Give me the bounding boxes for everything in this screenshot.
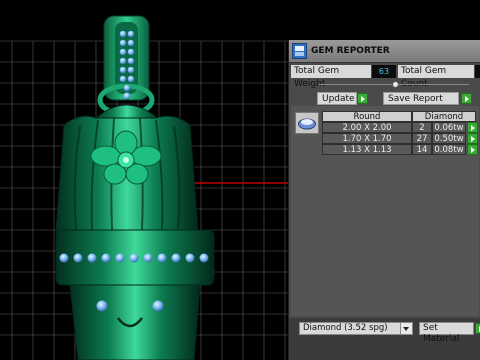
table-row-size: 1.13 X 1.13	[322, 144, 412, 155]
save-report-arrow-icon[interactable]	[461, 93, 472, 104]
table-row-count: 14	[412, 144, 432, 155]
panel-slider[interactable]	[319, 80, 469, 90]
panel-title: GEM REPORTER	[311, 46, 390, 56]
total-count-label: Total Gem Count	[398, 65, 474, 89]
table-row-weight: 0.08tw	[432, 144, 466, 155]
material-select-value: Diamond (3.52 spg)	[303, 323, 388, 333]
total-count-value	[475, 65, 480, 78]
col-header-material: Diamond	[412, 111, 476, 122]
total-weight-value: 63	[372, 65, 396, 78]
gem-reporter-panel: GEM REPORTER Total Gem Weight 63 Total G…	[288, 40, 480, 360]
table-row-count: 27	[412, 133, 432, 144]
table-row-count: 2	[412, 122, 432, 133]
round-diamond-icon	[298, 118, 316, 130]
row-select-arrow-icon[interactable]	[467, 122, 478, 133]
update-button[interactable]: Update	[317, 92, 357, 105]
totals-row: Total Gem Weight 63 Total Gem Count	[291, 65, 480, 89]
table-row-size: 2.00 X 2.00	[322, 122, 412, 133]
row-select-arrow-icon[interactable]	[467, 133, 478, 144]
slider-knob[interactable]	[392, 81, 399, 88]
gem-reporter-logo-icon	[292, 43, 307, 59]
panel-title-bar[interactable]: GEM REPORTER	[289, 40, 480, 63]
table-row-size: 1.70 X 1.70	[322, 133, 412, 144]
3d-viewport[interactable]	[0, 0, 288, 360]
table-row-weight: 0.50tw	[432, 133, 466, 144]
total-weight-label: Total Gem Weight	[291, 65, 371, 89]
material-select[interactable]: Diamond (3.52 spg)	[299, 322, 413, 335]
table-row-weight: 0.06tw	[432, 122, 466, 133]
viewport-canvas[interactable]	[0, 0, 288, 360]
set-material-arrow-icon[interactable]	[475, 323, 480, 334]
set-material-button[interactable]: Set Material	[419, 322, 474, 344]
save-report-button[interactable]: Save Report	[383, 92, 459, 105]
update-arrow-icon[interactable]	[357, 93, 368, 104]
gem-thumbnail[interactable]	[295, 112, 319, 134]
chevron-down-icon[interactable]	[400, 323, 412, 334]
col-header-shape: Round	[322, 111, 412, 122]
pot-body	[69, 284, 201, 360]
row-select-arrow-icon[interactable]	[467, 144, 478, 155]
